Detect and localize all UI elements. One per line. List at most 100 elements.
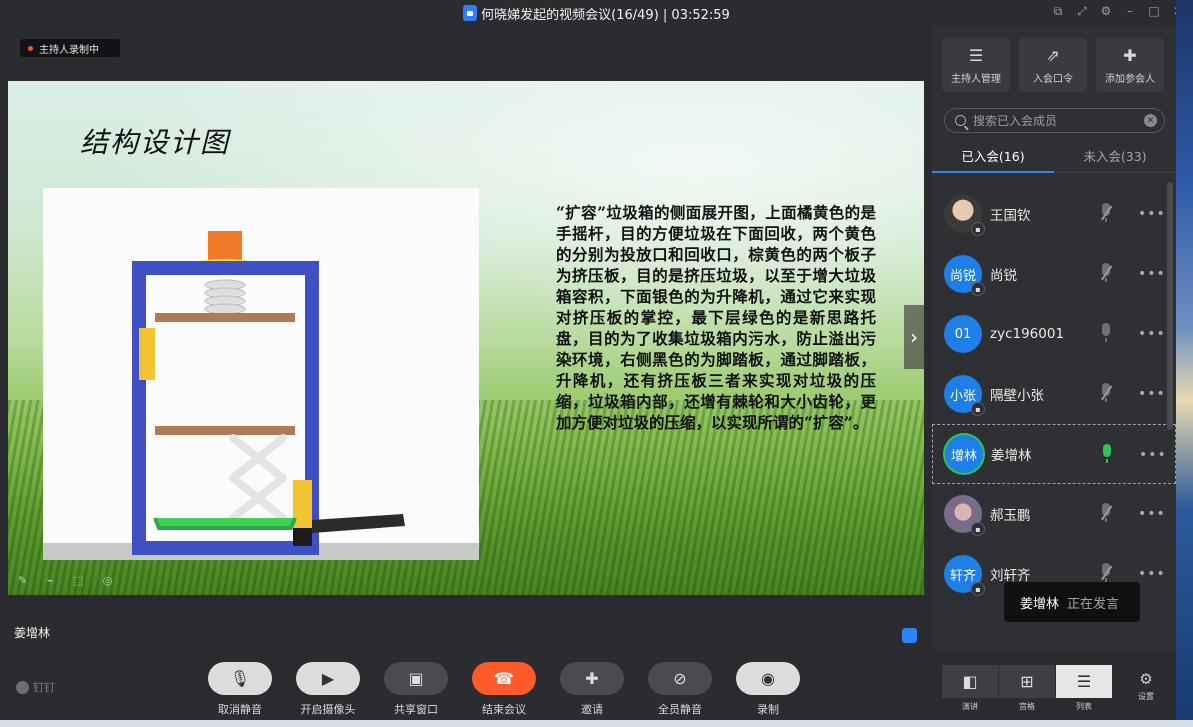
screen-share-indicator-icon[interactable] — [902, 628, 917, 643]
member-item[interactable]: 尚锐 ▪ 尚锐 ••• — [932, 244, 1176, 304]
restore-icon[interactable]: ⧉ — [1051, 4, 1065, 19]
mute-all-button[interactable]: ⊘ 全员静音 — [648, 662, 712, 717]
member-name: 隔壁小张 — [990, 388, 1044, 404]
tab-joined[interactable]: 已入会(16) — [932, 139, 1054, 173]
sliders-icon: ☰ — [968, 45, 984, 65]
view-switcher: ◧ 演讲 ⊞ 宫格 ☰ 列表 — [942, 665, 1112, 711]
speaker-view-icon: ◧ — [962, 672, 978, 691]
more-options-icon[interactable]: ••• — [1138, 566, 1166, 582]
avatar-text: 轩齐 — [949, 568, 976, 584]
member-item[interactable]: ▪ 王国钦 ••• — [932, 184, 1176, 244]
press-plate-top — [155, 313, 295, 322]
mobile-device-icon: ▪ — [971, 522, 985, 536]
member-name: 刘轩齐 — [990, 568, 1031, 584]
hangup-icon: ☎ — [472, 662, 536, 695]
grid-view-label: 宫格 — [1019, 702, 1035, 711]
foot-pedal — [312, 514, 405, 533]
list-view-label: 列表 — [1076, 702, 1092, 711]
mobile-device-icon: ▪ — [971, 582, 985, 596]
member-name: zyc196001 — [990, 326, 1065, 342]
add-participant-button[interactable]: ✚ 添加参会人 — [1096, 38, 1164, 92]
mic-muted-icon[interactable] — [1100, 263, 1112, 283]
more-options-icon[interactable]: ••• — [1138, 266, 1166, 282]
speaker-name: 姜增林 — [14, 626, 51, 640]
more-options-icon[interactable]: ••• — [1138, 326, 1166, 342]
mic-icon[interactable] — [1100, 323, 1112, 343]
slide-description: “扩容”垃圾箱的侧面展开图，上面橘黄色的是手摇杆，目的方便垃圾在下面回收，两个黄… — [556, 203, 876, 432]
meeting-code-button[interactable]: ⇗ 入会口令 — [1019, 38, 1087, 92]
clear-search-icon[interactable]: ✕ — [1144, 114, 1157, 127]
mic-muted-icon[interactable] — [1100, 383, 1112, 403]
record-button[interactable]: ◉ 录制 — [736, 662, 800, 717]
add-user-icon: ✚ — [1123, 45, 1137, 65]
panel-actions: ☰ 主持人管理 ⇗ 入会口令 ✚ 添加参会人 — [942, 38, 1164, 92]
maximize-icon[interactable]: □ — [1147, 4, 1161, 19]
host-manage-button[interactable]: ☰ 主持人管理 — [942, 38, 1010, 92]
minimize-icon[interactable]: – — [1123, 4, 1137, 19]
mic-muted-icon[interactable] — [1100, 503, 1112, 523]
drop-opening — [139, 328, 155, 380]
record-dot-icon — [28, 45, 33, 51]
avatar: 轩齐 ▪ — [944, 555, 985, 596]
shared-slide: 结构设计图 “扩容”垃圾箱的侧面展开图，上面橘黄色的是手摇杆，目的方便垃圾在下面… — [8, 81, 924, 595]
more-options-icon[interactable]: ••• — [1138, 506, 1166, 522]
unmute-button[interactable]: 🎙 取消静音 — [208, 662, 272, 717]
member-search-input[interactable]: 搜索已入会成员 ✕ — [944, 108, 1165, 133]
window-title: 何晓娣发起的视频会议(16/49) | 03:52:59 — [481, 7, 730, 23]
speaker-view-label: 演讲 — [962, 702, 978, 711]
fullscreen-icon[interactable]: ⤢ — [1075, 4, 1089, 19]
more-options-icon[interactable]: ••• — [1138, 206, 1166, 222]
recording-badge-label: 主持人录制中 — [39, 44, 99, 56]
mic-muted-icon[interactable] — [1100, 563, 1112, 583]
record-label: 录制 — [757, 703, 779, 716]
share-out-icon: ⇗ — [1046, 45, 1060, 65]
camera-button[interactable]: ▶ 开启摄像头 — [296, 662, 360, 717]
settings-label: 设置 — [1138, 692, 1154, 701]
add-participant-label: 添加参会人 — [1105, 73, 1155, 85]
crank-handle — [208, 231, 242, 261]
dingtalk-logo-icon — [16, 680, 29, 694]
recording-badge: 主持人录制中 — [20, 39, 120, 57]
more-options-icon[interactable]: ••• — [1138, 386, 1166, 402]
share-window-button[interactable]: ▣ 共享窗口 — [384, 662, 448, 717]
mic-muted-icon[interactable] — [1100, 203, 1112, 223]
avatar: 小张 ▪ — [944, 375, 985, 416]
gear-icon: ⚙ — [1139, 670, 1153, 688]
app-logo: 钉钉 — [16, 679, 55, 695]
search-icon — [955, 115, 966, 126]
slide-annotation-tools[interactable]: ✎ ⌁ ⬚ ◎ — [18, 574, 120, 587]
settings-button[interactable]: ⚙ 设置 — [1136, 670, 1156, 702]
grid-view-icon: ⊞ — [1020, 672, 1034, 691]
invite-icon: ✚ — [560, 662, 624, 695]
member-item[interactable]: 01 zyc196001 ••• — [932, 304, 1176, 364]
bin-diagram-svg — [43, 231, 479, 560]
member-item[interactable]: ▪ 郝玉鹏 ••• — [932, 484, 1176, 544]
next-slide-button[interactable]: › — [904, 305, 924, 369]
tab-not-joined[interactable]: 未入会(33) — [1054, 139, 1176, 172]
avatar-text: 小张 — [949, 388, 976, 404]
invite-button[interactable]: ✚ 邀请 — [560, 662, 624, 717]
mute-all-icon: ⊘ — [648, 662, 712, 695]
speaker-view-button[interactable]: ◧ 演讲 — [942, 665, 998, 711]
member-item-speaking[interactable]: 增林 姜增林 ••• — [932, 424, 1176, 484]
bin-diagram — [43, 188, 479, 560]
mute-all-label: 全员静音 — [658, 703, 702, 716]
record-icon: ◉ — [736, 662, 800, 695]
avatar: 01 — [944, 315, 982, 353]
member-item[interactable]: 小张 ▪ 隔壁小张 ••• — [932, 364, 1176, 424]
list-view-button[interactable]: ☰ 列表 — [1056, 665, 1112, 711]
end-meeting-button[interactable]: ☎ 结束会议 — [472, 662, 536, 717]
avatar: 尚锐 ▪ — [944, 255, 985, 296]
member-name: 郝玉鹏 — [990, 508, 1031, 524]
more-options-icon[interactable]: ••• — [1139, 447, 1167, 463]
desktop-background — [1176, 0, 1193, 727]
member-list-scrollbar[interactable] — [1167, 182, 1173, 430]
host-manage-label: 主持人管理 — [951, 73, 1001, 85]
avatar: 增林 — [945, 435, 983, 473]
app-logo-text: 钉钉 — [33, 681, 55, 694]
invite-label: 邀请 — [581, 703, 603, 716]
mic-active-icon[interactable] — [1101, 444, 1113, 464]
press-plate-bottom — [155, 426, 295, 435]
grid-view-button[interactable]: ⊞ 宫格 — [999, 665, 1055, 711]
settings-icon[interactable]: ⚙ — [1099, 4, 1113, 19]
